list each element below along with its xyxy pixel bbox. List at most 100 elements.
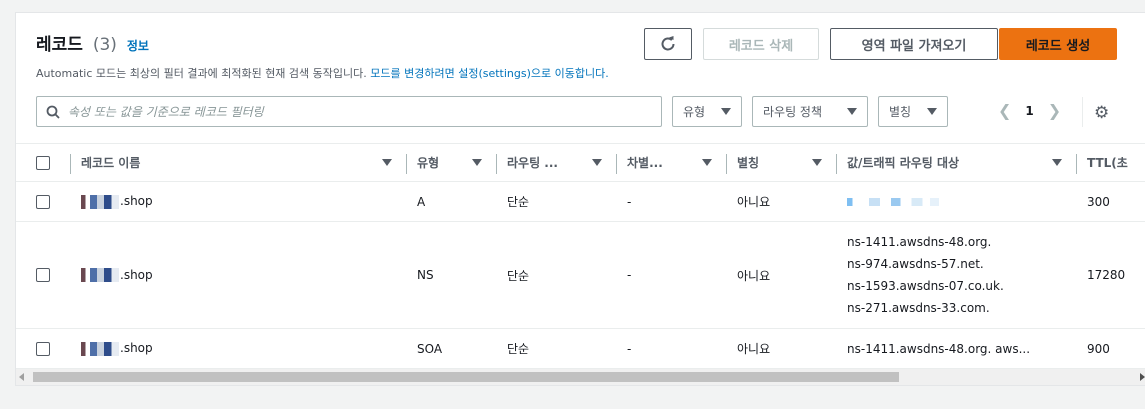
description: Automatic 모드는 최상의 필터 결과에 최적화된 현재 검색 동작입니… — [36, 65, 609, 81]
row-select-cell — [16, 328, 71, 369]
table-row[interactable]: .shop SOA 단순 - 아니요 ns-1411.awsdns-48.org… — [16, 328, 1145, 369]
record-routing: 단순 — [497, 181, 617, 222]
caret-down-icon — [927, 108, 937, 115]
routing-filter-dropdown[interactable]: 라우팅 정책 — [752, 96, 868, 127]
redacted-image — [81, 341, 119, 356]
scroll-right-icon[interactable] — [1140, 373, 1145, 381]
chevron-left-icon[interactable]: ❮ — [998, 101, 1011, 120]
record-value: ns-1411.awsdns-48.org. — [847, 235, 992, 249]
gear-icon[interactable]: ⚙ — [1094, 103, 1109, 123]
record-value-cell: ns-1411.awsdns-48.org. aws... — [837, 328, 1077, 369]
alias-filter-label: 별칭 — [889, 105, 912, 119]
delete-record-button[interactable]: 레코드 삭제 — [703, 28, 819, 60]
col-header-label: 값/트래픽 라우팅 대상 — [847, 156, 960, 170]
table-row[interactable]: .shop A 단순 - 아니요 300 — [16, 181, 1145, 222]
record-alias: 아니요 — [727, 328, 837, 369]
caret-down-icon — [847, 108, 857, 115]
sort-caret-icon — [812, 159, 822, 166]
refresh-button[interactable] — [644, 28, 692, 60]
pagination: ❮ 1 ❯ — [998, 101, 1061, 120]
col-header-label: TTL(초 — [1087, 156, 1128, 170]
search-box[interactable] — [36, 96, 662, 127]
create-record-button[interactable]: 레코드 생성 — [999, 28, 1117, 60]
routing-filter-label: 라우팅 정책 — [763, 105, 823, 119]
record-value: ns-1411.awsdns-48.org. aws... — [847, 341, 1031, 356]
record-value: ns-974.awsdns-57.net. — [847, 257, 984, 271]
search-input[interactable] — [68, 104, 628, 119]
table-row[interactable]: .shop NS 단순 - 아니요 ns-1411.awsdns-48.org.… — [16, 221, 1145, 329]
record-name-cell: .shop — [71, 328, 407, 369]
table-header-row: 레코드 이름 유형 라우팅 ... 차별... 별칭 값/트래픽 라우팅 대상 … — [16, 143, 1145, 182]
sort-caret-icon — [592, 159, 602, 166]
col-header-label: 차별... — [627, 156, 663, 170]
record-count: (3) — [92, 35, 117, 55]
col-header-differentiator[interactable]: 차별... — [617, 143, 727, 182]
select-all-checkbox[interactable] — [36, 155, 50, 170]
row-select-cell — [16, 221, 71, 329]
sort-caret-icon — [472, 159, 482, 166]
sort-caret-icon — [1052, 159, 1062, 166]
settings-link[interactable]: 모드를 변경하려면 설정(settings)으로 이동합니다. — [370, 67, 608, 80]
record-name: .shop — [120, 267, 153, 282]
record-name-cell: .shop — [71, 221, 407, 329]
record-value: ns-271.awsdns-33.com. — [847, 301, 990, 315]
col-header-label: 별칭 — [737, 156, 760, 170]
record-routing: 단순 — [497, 328, 617, 369]
record-alias: 아니요 — [727, 221, 837, 329]
description-text: Automatic 모드는 최상의 필터 결과에 최적화된 현재 검색 동작입니… — [36, 67, 367, 80]
refresh-icon — [661, 36, 675, 51]
row-checkbox[interactable] — [36, 268, 50, 282]
current-page[interactable]: 1 — [1025, 104, 1033, 118]
import-zone-file-button[interactable]: 영역 파일 가져오기 — [830, 28, 998, 60]
col-header-label: 레코드 이름 — [81, 156, 141, 170]
sort-caret-icon — [382, 159, 392, 166]
row-checkbox[interactable] — [36, 341, 50, 356]
col-header-name[interactable]: 레코드 이름 — [71, 143, 407, 182]
redacted-image — [81, 268, 119, 283]
title-text: 레코드 — [36, 35, 83, 55]
select-all-cell — [16, 143, 71, 182]
col-header-alias[interactable]: 별칭 — [727, 143, 837, 182]
record-type: SOA — [407, 328, 497, 369]
redacted-image — [81, 194, 119, 209]
record-type: A — [407, 181, 497, 222]
record-value: ns-1593.awsdns-07.co.uk. — [847, 279, 1004, 293]
record-ttl: 900 — [1077, 328, 1145, 369]
sort-caret-icon — [702, 159, 712, 166]
record-differentiator: - — [617, 181, 727, 222]
page-title: 레코드 (3) 정보 — [36, 30, 149, 55]
alias-filter-dropdown[interactable]: 별칭 — [878, 96, 948, 127]
record-differentiator: - — [617, 221, 727, 329]
col-header-value[interactable]: 값/트래픽 라우팅 대상 — [837, 143, 1077, 182]
record-ttl: 17280 — [1077, 221, 1145, 329]
type-filter-label: 유형 — [683, 105, 706, 119]
records-panel: 레코드 (3) 정보 Automatic 모드는 최상의 필터 결과에 최적화된… — [15, 12, 1145, 386]
info-link[interactable]: 정보 — [127, 39, 149, 53]
col-header-label: 라우팅 ... — [507, 156, 558, 170]
horizontal-scrollbar[interactable] — [16, 369, 1145, 385]
col-header-routing[interactable]: 라우팅 ... — [497, 143, 617, 182]
scroll-left-icon[interactable] — [19, 373, 24, 381]
record-name-cell: .shop — [71, 181, 407, 222]
col-header-label: 유형 — [417, 156, 440, 170]
row-select-cell — [16, 181, 71, 222]
col-header-ttl[interactable]: TTL(초 — [1077, 143, 1145, 182]
record-ttl: 300 — [1077, 181, 1145, 222]
record-alias: 아니요 — [727, 181, 837, 222]
record-name: .shop — [120, 194, 153, 209]
search-icon — [46, 105, 60, 119]
record-value-cell: ns-1411.awsdns-48.org. ns-974.awsdns-57.… — [837, 221, 1077, 329]
record-type: NS — [407, 221, 497, 329]
scrollbar-thumb[interactable] — [33, 372, 899, 382]
record-differentiator: - — [617, 328, 727, 369]
type-filter-dropdown[interactable]: 유형 — [672, 96, 742, 127]
record-value-cell — [837, 181, 1077, 222]
chevron-right-icon[interactable]: ❯ — [1048, 101, 1061, 120]
col-header-type[interactable]: 유형 — [407, 143, 497, 182]
caret-down-icon — [721, 108, 731, 115]
divider — [1082, 97, 1083, 127]
record-name: .shop — [120, 341, 153, 356]
record-routing: 단순 — [497, 221, 617, 329]
records-table: 레코드 이름 유형 라우팅 ... 차별... 별칭 값/트래픽 라우팅 대상 … — [16, 143, 1145, 369]
row-checkbox[interactable] — [36, 194, 50, 209]
